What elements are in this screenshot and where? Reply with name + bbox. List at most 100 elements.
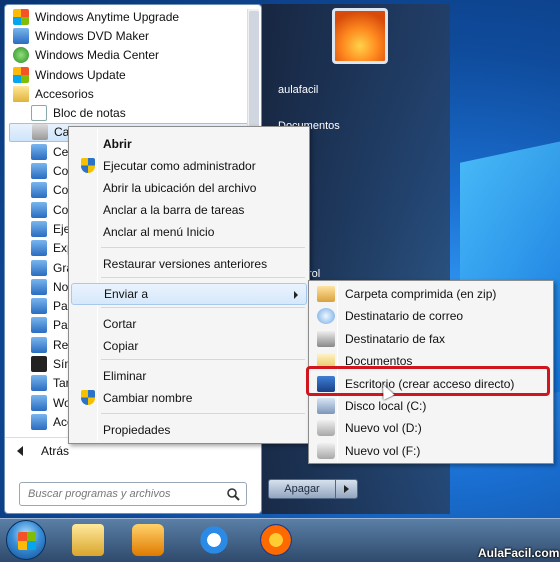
cmd-icon	[31, 355, 47, 372]
app-icon	[31, 298, 47, 315]
menu-separator	[101, 277, 305, 278]
app-icon	[31, 394, 47, 411]
context-menu-item[interactable]: Ejecutar como administrador	[71, 155, 307, 177]
program-label: Co	[53, 183, 69, 198]
zip-folder-icon	[317, 286, 335, 302]
search-input[interactable]: Buscar programas y archivos	[19, 482, 247, 506]
program-item[interactable]: Windows Anytime Upgrade	[9, 7, 249, 26]
context-menu-item[interactable]: Cambiar nombre	[71, 387, 307, 409]
context-menu: Abrir Ejecutar como administrador Abrir la…	[68, 126, 310, 444]
send-to-label: Nuevo vol (F:)	[345, 443, 421, 458]
internet-explorer-icon[interactable]	[198, 524, 230, 556]
context-menu-label: Ejecutar como administrador	[103, 159, 256, 173]
send-to-item[interactable]: Destinatario de correo	[311, 305, 551, 327]
dvd-icon	[13, 27, 29, 44]
watermark: AulaFacil.com	[478, 546, 560, 560]
send-to-label: Disco local (C:)	[345, 399, 427, 413]
menu-separator	[101, 359, 305, 360]
context-menu-item[interactable]: Restaurar versiones anteriores	[71, 253, 307, 275]
program-label: Pa	[53, 318, 68, 333]
context-menu-item[interactable]: Anclar a la barra de tareas	[71, 199, 307, 221]
start-button[interactable]	[6, 520, 46, 560]
menu-separator	[101, 247, 305, 248]
program-label: No	[53, 279, 69, 294]
context-menu-label: Cambiar nombre	[103, 391, 193, 405]
search-icon[interactable]	[226, 487, 240, 501]
app-icon	[31, 317, 47, 334]
program-label: Windows Update	[35, 67, 126, 82]
context-menu-label: Copiar	[103, 339, 139, 353]
context-menu-item[interactable]: Propiedades	[71, 419, 307, 441]
context-menu-item[interactable]: Eliminar	[71, 365, 307, 387]
app-icon	[31, 220, 47, 237]
send-to-item[interactable]: Destinatario de fax	[311, 328, 551, 350]
program-item[interactable]: Windows Update	[9, 65, 249, 84]
media-player-icon[interactable]	[132, 524, 164, 556]
context-menu-label: Enviar a	[104, 287, 149, 301]
context-menu-label: Eliminar	[103, 369, 147, 383]
back-arrow-icon	[17, 445, 23, 456]
send-to-label: Carpeta comprimida (en zip)	[345, 287, 497, 301]
folder-icon[interactable]	[72, 524, 104, 556]
context-menu-item[interactable]: Abrir la ubicación del archivo	[71, 177, 307, 199]
folder-icon	[13, 85, 29, 102]
program-item[interactable]: Windows Media Center	[9, 46, 249, 65]
submenu-arrow-icon	[294, 291, 298, 299]
app-icon	[31, 278, 47, 295]
context-menu-label: Restaurar versiones anteriores	[103, 257, 268, 271]
menu-separator	[101, 307, 305, 308]
mail-icon	[317, 308, 335, 325]
program-label: Windows Media Center	[35, 48, 160, 63]
app-icon	[31, 163, 47, 180]
program-label: Co	[53, 202, 69, 217]
context-menu-item[interactable]: Cortar	[71, 313, 307, 335]
fax-icon	[317, 330, 335, 347]
disk-icon	[317, 420, 335, 437]
media-center-icon	[13, 47, 29, 64]
context-menu-item[interactable]: Abrir	[71, 133, 307, 155]
upgrade-icon	[13, 8, 29, 25]
program-item[interactable]: Bloc de notas	[9, 103, 249, 122]
program-item[interactable]: Accesorios	[9, 84, 249, 103]
shutdown-options-button[interactable]	[336, 479, 358, 499]
uac-shield-icon	[81, 158, 95, 173]
menu-separator	[101, 413, 305, 414]
app-icon	[31, 259, 47, 276]
program-label: Windows Anytime Upgrade	[35, 9, 180, 24]
app-icon	[31, 201, 47, 218]
send-to-item[interactable]: Carpeta comprimida (en zip)	[311, 283, 551, 305]
context-menu-item[interactable]: Anclar al menú Inicio	[71, 221, 307, 243]
uac-shield-icon	[81, 390, 95, 405]
firefox-icon[interactable]	[260, 524, 292, 556]
context-menu-label: Propiedades	[103, 423, 171, 437]
send-to-item[interactable]: Nuevo vol (F:)	[311, 440, 551, 462]
highlight-annotation-box	[306, 366, 550, 396]
program-label: Co	[53, 164, 69, 179]
notepad-icon	[31, 105, 47, 122]
right-panel-link[interactable]: aulafacil	[278, 84, 318, 96]
send-to-item[interactable]: Nuevo vol (D:)	[311, 417, 551, 439]
app-icon	[31, 182, 47, 199]
app-icon	[31, 240, 47, 257]
context-menu-label: Anclar al menú Inicio	[103, 225, 215, 239]
send-to-label: Destinatario de correo	[345, 309, 464, 324]
send-to-label: Nuevo vol (D:)	[345, 421, 422, 436]
send-to-item[interactable]: Disco local (C:)	[311, 395, 551, 417]
disk-icon	[317, 442, 335, 459]
windows-flag-icon	[18, 532, 36, 550]
user-avatar[interactable]	[332, 8, 388, 64]
context-menu-item[interactable]: Copiar	[71, 335, 307, 357]
chevron-right-icon	[344, 485, 349, 493]
app-icon	[31, 143, 47, 160]
program-label: Windows DVD Maker	[35, 28, 150, 43]
context-menu-label: Anclar a la barra de tareas	[103, 203, 245, 217]
context-menu-label: Cortar	[103, 317, 137, 331]
app-icon	[31, 375, 47, 392]
app-icon	[31, 413, 47, 430]
program-item[interactable]: Windows DVD Maker	[9, 26, 249, 45]
shutdown-button[interactable]: Apagar	[268, 479, 336, 499]
send-to-label: Destinatario de fax	[345, 331, 446, 346]
context-menu-item[interactable]: Enviar a	[71, 283, 307, 305]
disk-c-icon	[317, 398, 335, 414]
back-label: Atrás	[41, 443, 70, 458]
